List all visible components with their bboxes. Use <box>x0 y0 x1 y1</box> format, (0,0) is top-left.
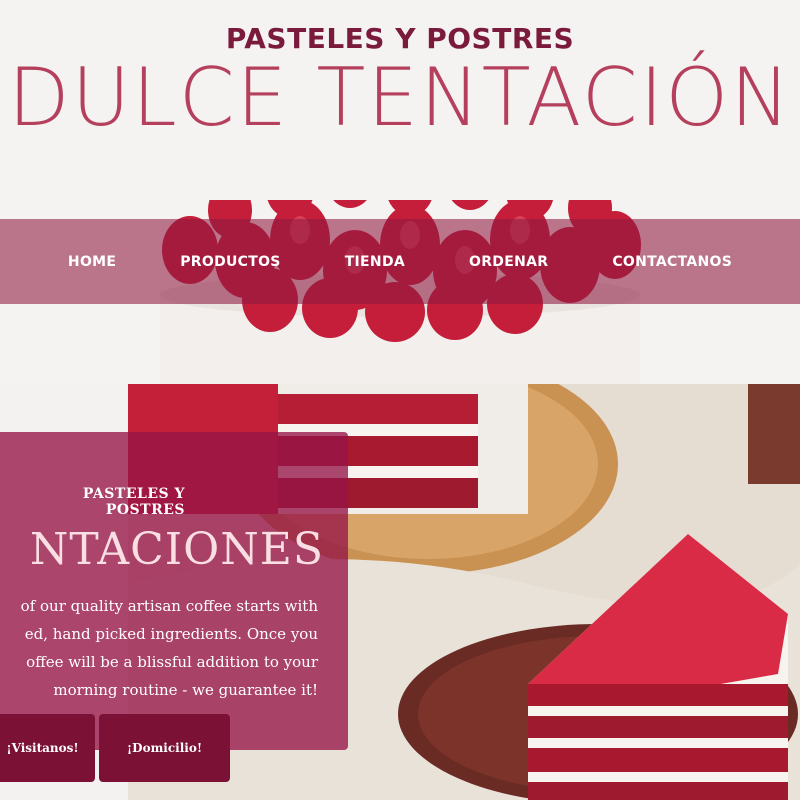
nav-ordenar[interactable]: ORDENAR <box>469 254 548 270</box>
visit-button[interactable]: ¡Visitanos! <box>0 714 95 782</box>
intro-body: of our quality artisan coffee starts wit… <box>20 597 318 699</box>
intro-card: PASTELES Y POSTRES NTACIONES of our qual… <box>0 432 348 750</box>
site-title: DULCE TENTACIÓN <box>7 51 793 144</box>
nav-productos[interactable]: PRODUCTOS <box>180 254 280 270</box>
intro-title: NTACIONES <box>29 524 324 575</box>
nav-home[interactable]: HOME <box>68 254 116 270</box>
nav-tienda[interactable]: TIENDA <box>345 254 405 270</box>
main-navigation: HOME PRODUCTOS TIENDA ORDENAR CONTACTANO… <box>0 219 800 304</box>
delivery-button[interactable]: ¡Domicilio! <box>99 714 230 782</box>
intro-subtitle: PASTELES Y POSTRES <box>82 486 185 518</box>
nav-contactanos[interactable]: CONTACTANOS <box>612 254 732 270</box>
header-section: PASTELES Y POSTRES DULCE TENTACIÓN <box>0 0 800 385</box>
